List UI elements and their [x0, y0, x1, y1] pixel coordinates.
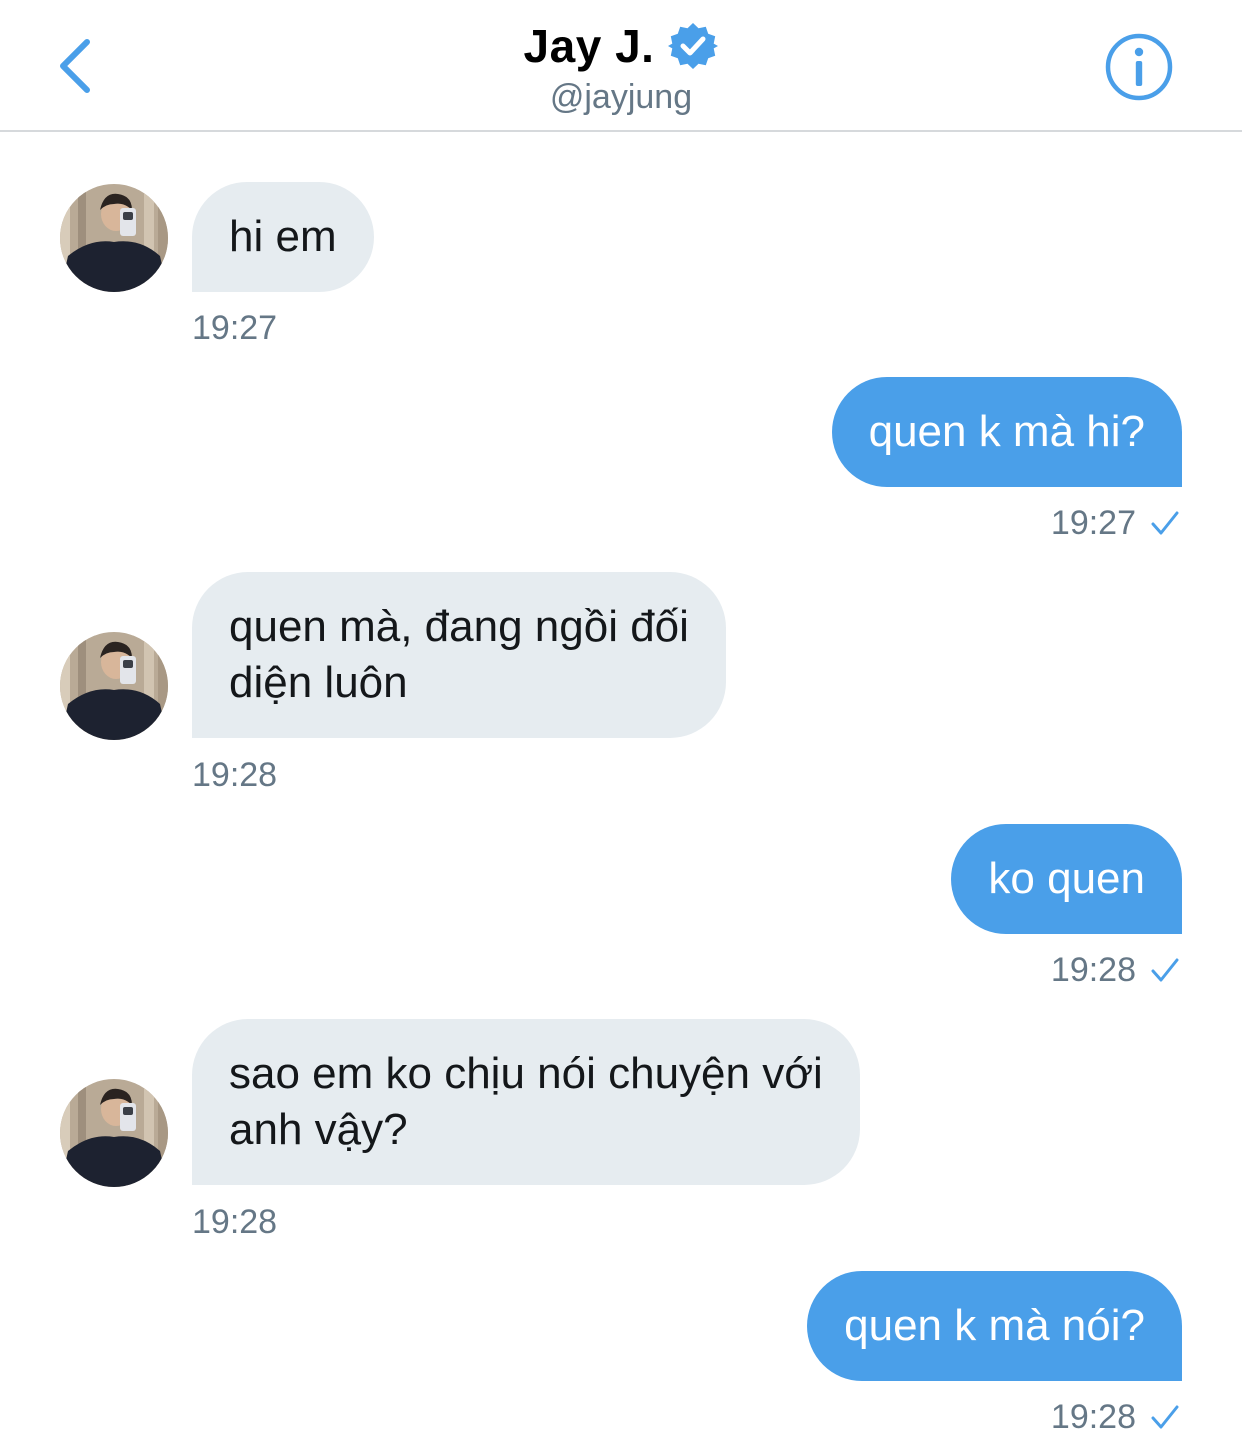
message-timestamp: 19:28: [192, 1203, 278, 1241]
message-text: ko quen: [988, 854, 1145, 903]
sent-check-icon: [1151, 1405, 1179, 1429]
message-meta: 19:28: [1051, 950, 1180, 990]
message-text-line: sao em ko chịu nói chuyện với: [229, 1049, 823, 1098]
avatar-photo: [60, 184, 168, 292]
conversation-header: Jay J. @jayjung: [0, 0, 1242, 132]
sent-check-icon: [1151, 511, 1179, 535]
message-timestamp: 19:28: [192, 756, 278, 794]
contact-avatar[interactable]: [60, 632, 168, 740]
conversation-title[interactable]: Jay J. @jayjung: [0, 14, 1242, 118]
message-timestamp: 19:27: [192, 309, 278, 347]
message-text-line: anh vậy?: [229, 1105, 408, 1154]
outgoing-message-bubble[interactable]: quen k mà hi?: [831, 377, 1182, 487]
message-text-line: diện luôn: [229, 658, 408, 707]
avatar-photo: [60, 632, 168, 740]
outgoing-message-bubble[interactable]: quen k mà nói?: [807, 1271, 1182, 1381]
message-text: quen k mà nói?: [844, 1301, 1145, 1350]
contact-avatar[interactable]: [60, 184, 168, 292]
incoming-message-bubble[interactable]: sao em ko chịu nói chuyện với anh vậy?: [192, 1019, 860, 1185]
incoming-message-bubble[interactable]: hi em: [192, 182, 374, 292]
message-text-line: quen mà, đang ngồi đối: [229, 602, 689, 651]
message-text: hi em: [229, 212, 337, 261]
contact-avatar[interactable]: [60, 1079, 168, 1187]
message-timestamp: 19:28: [1050, 951, 1136, 989]
incoming-message-bubble[interactable]: quen mà, đang ngồi đối diện luôn: [192, 572, 726, 738]
verified-badge-icon: [668, 23, 719, 69]
contact-handle: @jayjung: [549, 78, 693, 116]
outgoing-message-bubble[interactable]: ko quen: [951, 824, 1182, 934]
info-icon[interactable]: [1104, 32, 1174, 102]
contact-name: Jay J.: [523, 20, 655, 72]
message-timestamp: 19:27: [1050, 504, 1136, 542]
message-meta: 19:27: [1051, 503, 1180, 543]
message-meta: 19:28: [1051, 1397, 1180, 1437]
message-timestamp: 19:28: [1050, 1398, 1136, 1436]
sent-check-icon: [1151, 958, 1179, 982]
message-text: quen k mà hi?: [868, 407, 1145, 456]
avatar-photo: [60, 1079, 168, 1187]
